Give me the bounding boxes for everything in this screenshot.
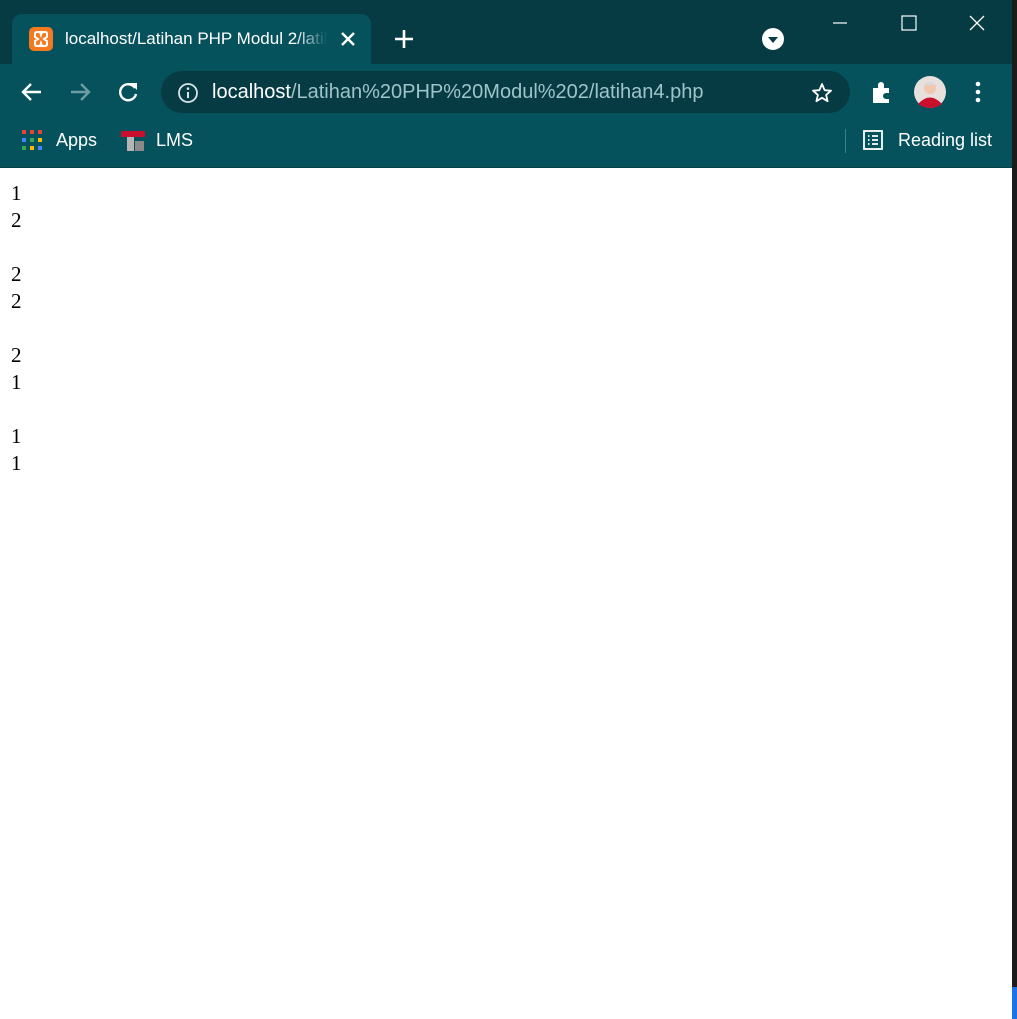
output-line: 1 xyxy=(11,181,22,205)
active-tab[interactable]: localhost/Latihan PHP Modul 2/latihan4.p… xyxy=(12,14,371,64)
xampp-icon xyxy=(29,27,53,51)
browser-chrome: localhost/Latihan PHP Modul 2/latihan4.p… xyxy=(0,0,1012,168)
tab-title: localhost/Latihan PHP Modul 2/latihan4.p… xyxy=(65,29,327,48)
output-line: 2 xyxy=(11,262,22,286)
page-content: 1 2 2 2 2 1 1 1 xyxy=(0,168,1012,1019)
reading-list-icon xyxy=(862,129,884,151)
toolbar: localhost/Latihan%20PHP%20Modul%202/lati… xyxy=(0,64,1012,120)
apps-grid-icon xyxy=(21,129,43,151)
tab-search-icon[interactable] xyxy=(761,27,785,51)
output-line: 1 xyxy=(11,451,22,475)
output-line: 2 xyxy=(11,208,22,232)
reading-list-label: Reading list xyxy=(898,130,993,150)
output-line: 1 xyxy=(11,424,22,448)
lms-icon xyxy=(120,129,146,153)
bookmarks-divider xyxy=(845,129,846,153)
output-line: 2 xyxy=(11,289,22,313)
address-bar[interactable]: localhost/Latihan%20PHP%20Modul%202/lati… xyxy=(161,71,850,113)
maximize-icon[interactable] xyxy=(885,8,931,38)
close-window-icon[interactable] xyxy=(953,8,999,38)
bookmark-apps-label: Apps xyxy=(56,130,98,150)
tab-close-icon[interactable] xyxy=(337,28,359,50)
reading-list-button[interactable]: Reading list xyxy=(862,129,1002,157)
url-host: localhost xyxy=(212,81,291,103)
new-tab-icon[interactable] xyxy=(391,26,417,52)
extensions-icon[interactable] xyxy=(869,79,895,105)
window-edge xyxy=(1012,0,1017,1019)
bookmarks-bar: Apps LMS Reading list xyxy=(0,120,1012,168)
url-path: /Latihan%20PHP%20Modul%202/latihan4.php xyxy=(290,81,704,103)
window-edge-accent xyxy=(1012,987,1017,1019)
url-text: localhost/Latihan%20PHP%20Modul%202/lati… xyxy=(212,80,703,104)
info-icon[interactable] xyxy=(177,82,199,104)
output-line: 1 xyxy=(11,370,22,394)
bookmark-star-icon[interactable] xyxy=(810,81,834,105)
profile-avatar[interactable] xyxy=(913,75,947,109)
menu-dots-icon[interactable] xyxy=(966,79,990,105)
output-line: 2 xyxy=(11,343,22,367)
bookmark-lms[interactable]: LMS xyxy=(120,129,200,157)
bookmark-lms-label: LMS xyxy=(156,130,194,150)
minimize-icon[interactable] xyxy=(817,8,863,38)
reload-icon[interactable] xyxy=(114,78,142,106)
forward-arrow-icon[interactable] xyxy=(66,78,94,106)
title-bar: localhost/Latihan PHP Modul 2/latihan4.p… xyxy=(0,0,1012,64)
bookmark-apps[interactable]: Apps xyxy=(21,129,101,157)
back-arrow-icon[interactable] xyxy=(18,78,46,106)
